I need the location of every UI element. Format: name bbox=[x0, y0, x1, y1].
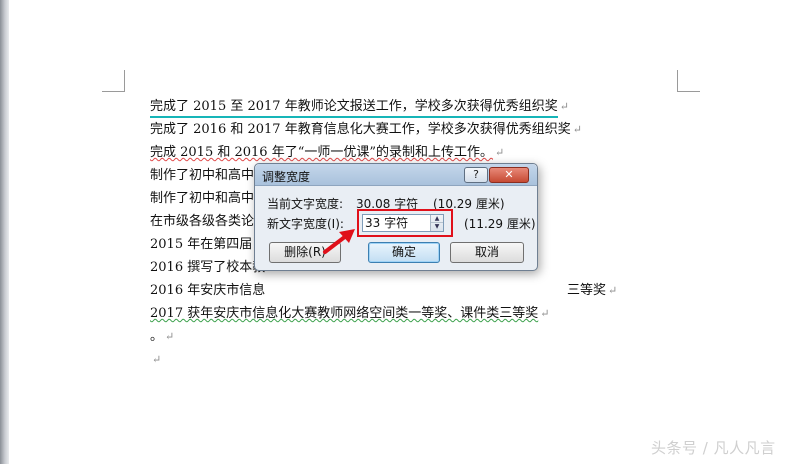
line-text: 在市级各级各类论 bbox=[150, 214, 255, 229]
window-left-edge bbox=[0, 0, 9, 464]
cancel-button[interactable]: 取消 bbox=[450, 242, 524, 263]
line-text-tail: 三等奖 ↵ bbox=[567, 283, 618, 298]
page-corner-mark-top-right-h bbox=[677, 91, 700, 92]
dialog-title: 调整宽度 bbox=[262, 170, 311, 184]
doc-line-3[interactable]: 完成 2015 和 2016 年了“一师一优课”的录制和上传工作。 ↵ bbox=[150, 141, 670, 164]
current-width-label: 当前文字宽度: bbox=[267, 197, 344, 211]
dialog-titlebar[interactable]: 调整宽度 ? ✕ bbox=[255, 164, 537, 186]
paragraph-mark: ↵ bbox=[559, 100, 569, 113]
page-corner-mark-top-right bbox=[677, 70, 678, 92]
highlight-box bbox=[357, 209, 453, 237]
paragraph-mark: ↵ bbox=[495, 146, 505, 159]
help-button[interactable]: ? bbox=[464, 167, 488, 183]
paragraph-mark: ↵ bbox=[540, 307, 550, 320]
adjust-width-dialog: 调整宽度 ? ✕ 当前文字宽度: 30.08 字符 (10.29 厘米) 新文字… bbox=[254, 163, 538, 271]
ok-button[interactable]: 确定 bbox=[368, 242, 440, 263]
line-text: 制作了初中和高中 bbox=[150, 168, 255, 183]
watermark: 头条号 / 凡人凡言 bbox=[651, 439, 776, 457]
line-text: 2017 获年安庆市信息化大赛教师网络空间类一等奖、课件类三等奖 bbox=[150, 306, 539, 321]
selected-text[interactable]: 完成了 2015 至 2017 年教师论文报送工作，学校多次获得优秀组织奖 bbox=[150, 97, 558, 118]
doc-line-10[interactable]: 2017 获年安庆市信息化大赛教师网络空间类一等奖、课件类三等奖 ↵ bbox=[150, 302, 670, 325]
paragraph-mark: ↵ bbox=[152, 353, 162, 366]
doc-line-12[interactable]: ↵ bbox=[150, 348, 670, 371]
paragraph-mark: ↵ bbox=[165, 330, 175, 343]
line-text: 2015 年在第四届《 bbox=[150, 237, 266, 252]
new-width-cm: (11.29 厘米) bbox=[464, 217, 536, 231]
line-text: 2016 年安庆市信息 bbox=[150, 283, 266, 298]
doc-line-11[interactable]: 。 ↵ bbox=[150, 325, 670, 348]
line-text: 完成 2015 和 2016 年了“一师一优课”的录制和上传工作。 bbox=[150, 145, 493, 160]
page-corner-mark-top-left-h bbox=[102, 91, 125, 92]
doc-line-2[interactable]: 完成了 2016 和 2017 年教育信息化大赛工作，学校多次获得优秀组织奖 ↵ bbox=[150, 118, 670, 141]
page-corner-mark-top-left bbox=[124, 70, 125, 92]
doc-line-9[interactable]: 2016 年安庆市信息 三等奖 ↵ bbox=[150, 279, 670, 302]
line-text: 2016 撰写了校本教 bbox=[150, 260, 266, 275]
line-text: 。 bbox=[150, 329, 164, 344]
annotation-arrow-icon bbox=[323, 229, 355, 254]
line-text: 制作了初中和高中 bbox=[150, 191, 255, 206]
line-text: 完成了 2016 和 2017 年教育信息化大赛工作，学校多次获得优秀组织奖 bbox=[150, 122, 571, 137]
close-button[interactable]: ✕ bbox=[489, 167, 529, 183]
doc-line-1[interactable]: 完成了 2015 至 2017 年教师论文报送工作，学校多次获得优秀组织奖 ↵ bbox=[150, 95, 670, 118]
paragraph-mark: ↵ bbox=[572, 123, 582, 136]
